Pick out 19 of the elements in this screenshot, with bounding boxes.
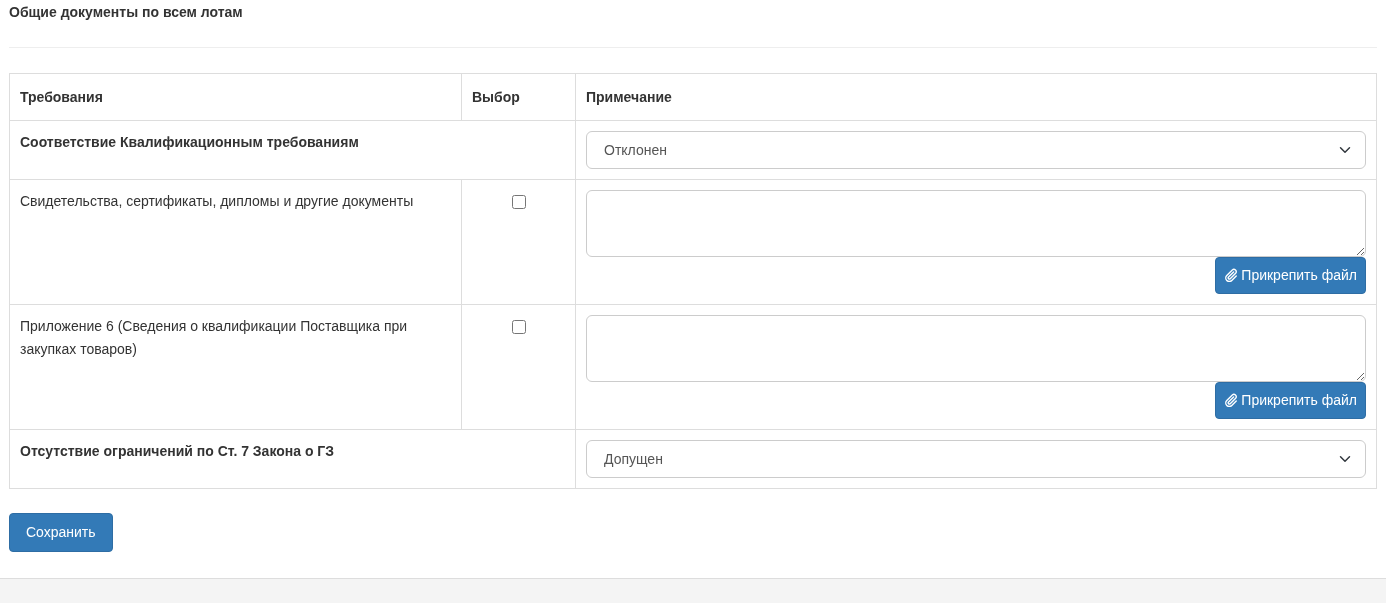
column-header: Требования bbox=[9, 73, 462, 121]
column-header: Примечание bbox=[575, 73, 1377, 121]
checkbox[interactable] bbox=[511, 195, 526, 210]
section-title: Общие документы по всем лотам bbox=[9, 3, 244, 22]
table-cell: Приложение 6 (Сведения о квалификации Поставщика при закупках товаров) bbox=[9, 304, 462, 430]
table-cell: Свидетельства, сертификаты, дипломы и другие документы bbox=[9, 179, 462, 305]
note-field[interactable] bbox=[586, 315, 1366, 383]
status-select[interactable]: Допущен bbox=[586, 440, 1366, 479]
paperclip-icon bbox=[1224, 393, 1239, 408]
column-header: Выбор bbox=[461, 73, 576, 121]
table-cell: Соответствие Квалификационным требованиям bbox=[9, 120, 576, 180]
checkbox[interactable] bbox=[511, 320, 526, 335]
attach-file-button[interactable]: Прикрепить файл bbox=[1215, 382, 1366, 420]
attach-file-button[interactable]: Прикрепить файл bbox=[1215, 257, 1366, 295]
note-field[interactable] bbox=[586, 190, 1366, 258]
paperclip-icon bbox=[1224, 268, 1239, 283]
table-cell: Отсутствие ограничений по Ст. 7 Закона о ГЗ bbox=[9, 429, 576, 489]
status-select[interactable]: Отклонен bbox=[586, 131, 1366, 170]
save-button[interactable]: Сохранить bbox=[9, 513, 113, 553]
